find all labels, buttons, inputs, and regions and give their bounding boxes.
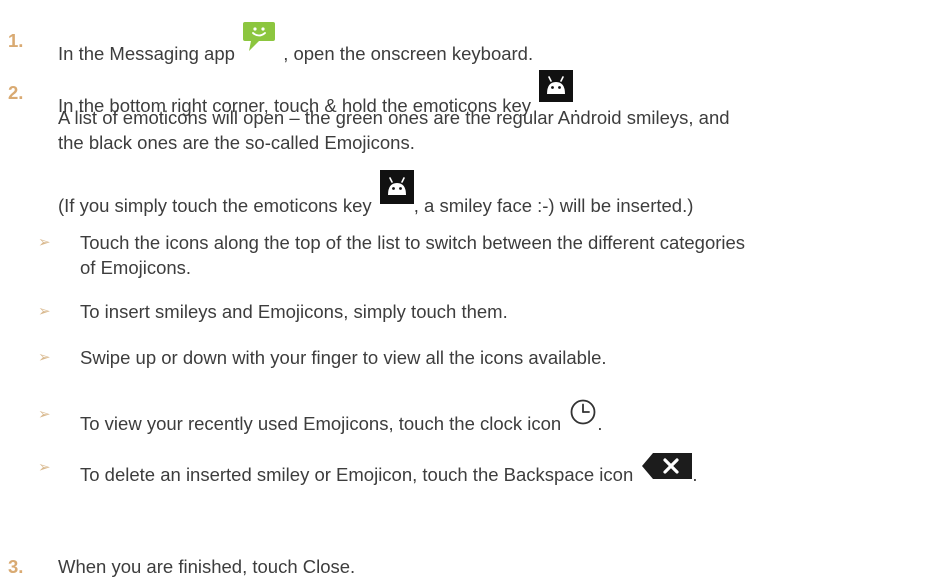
bullet-arrow-icon: ➢ (38, 459, 51, 476)
step-2-note-after: , a smiley face :-) will be inserted.) (413, 195, 694, 216)
emoticons-key-icon (379, 170, 414, 204)
messaging-app-icon (242, 20, 276, 51)
step-number: 3. (8, 556, 24, 577)
step-number: 2. (8, 82, 24, 103)
bullet-backspace-text-before: To delete an inserted smiley or Emojicon… (80, 464, 634, 485)
bullet-arrow-icon: ➢ (38, 234, 51, 251)
emoticons-key-icon (539, 70, 574, 102)
bullet-arrow-icon: ➢ (38, 303, 51, 320)
backspace-icon (642, 453, 693, 479)
bullet-arrow-icon: ➢ (38, 349, 51, 366)
bullet-backspace-text-after: . (692, 464, 698, 485)
bullet-clock-text-before: To view your recently used Emojicons, to… (80, 413, 562, 434)
step-number: 1. (8, 30, 24, 51)
step-1-text-after: , open the onscreen keyboard. (283, 43, 534, 64)
clock-icon (569, 398, 597, 426)
step-1-text-before: In the Messaging app (58, 43, 235, 64)
step-2-note-before: (If you simply touch the emoticons key (58, 195, 372, 216)
bullet-arrow-icon: ➢ (38, 406, 51, 423)
bullet-clock-text-after: . (597, 413, 603, 434)
